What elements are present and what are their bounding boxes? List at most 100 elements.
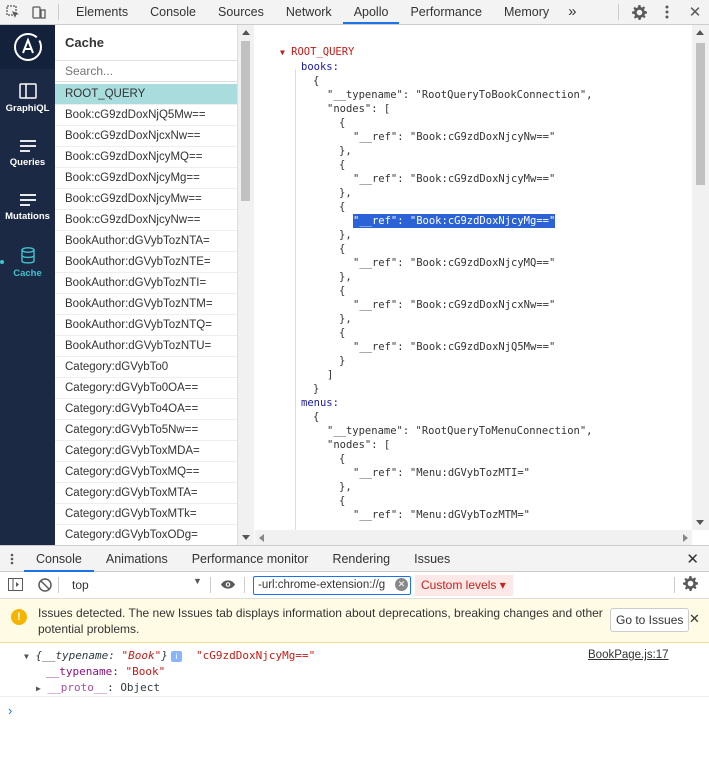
menus-key: menus: xyxy=(301,397,339,409)
active-indicator xyxy=(0,260,4,264)
expand-triangle-icon[interactable]: ▼ xyxy=(24,652,29,661)
cache-list-item[interactable]: ROOT_QUERY xyxy=(55,84,237,105)
scroll-up-arrow[interactable] xyxy=(242,30,250,35)
rail-item-queries[interactable]: Queries xyxy=(0,139,55,168)
cache-list-item[interactable]: BookAuthor:dGVybTozNTE= xyxy=(55,252,237,273)
tab-console[interactable]: Console xyxy=(139,0,207,24)
rail-item-cache[interactable]: Cache xyxy=(0,247,55,279)
close-brace: }, xyxy=(339,187,352,199)
object-summary-close: } xyxy=(161,649,168,662)
tab-memory[interactable]: Memory xyxy=(493,0,560,24)
apollo-logo xyxy=(0,25,55,69)
rail-item-mutations[interactable]: Mutations xyxy=(0,193,55,222)
scroll-left-arrow[interactable] xyxy=(259,534,264,542)
cache-scrollbar[interactable] xyxy=(237,25,254,545)
scroll-up-arrow[interactable] xyxy=(696,30,704,35)
rail-item-graphiql[interactable]: GraphiQL xyxy=(0,83,55,114)
scrollbar-thumb[interactable] xyxy=(696,43,705,185)
cache-list-item[interactable]: Category:dGVybToxMTA= xyxy=(55,483,237,504)
log-entry[interactable]: ▼ {__typename: "Book"} xyxy=(24,649,168,664)
tab-elements[interactable]: Elements xyxy=(65,0,139,24)
drawer-tab-console[interactable]: Console xyxy=(24,546,94,572)
cache-title: Cache xyxy=(65,35,105,50)
cache-list-item[interactable]: Category:dGVybTo4OA== xyxy=(55,399,237,420)
go-to-issues-button[interactable]: Go to Issues xyxy=(610,608,690,632)
console-settings-gear-icon[interactable] xyxy=(683,576,698,594)
cache-list-item[interactable]: Category:dGVybToxMTk= xyxy=(55,504,237,525)
info-icon[interactable]: i xyxy=(171,651,182,662)
close-brace: }, xyxy=(339,145,352,157)
drawer-tab-performance-monitor[interactable]: Performance monitor xyxy=(180,546,321,572)
cache-list-item[interactable]: Book:cG9zdDoxNjQ5Mw== xyxy=(55,105,237,126)
close-banner-icon[interactable]: ✕ xyxy=(689,611,700,627)
cache-list-item[interactable]: BookAuthor:dGVybTozNTI= xyxy=(55,273,237,294)
tab-performance[interactable]: Performance xyxy=(399,0,493,24)
cache-list-item[interactable]: Book:cG9zdDoxNjcyMg== xyxy=(55,168,237,189)
drawer-tabs: Console Animations Performance monitor Rend… xyxy=(24,546,462,572)
drawer-tab-rendering[interactable]: Rendering xyxy=(320,546,402,572)
clear-console-icon[interactable] xyxy=(38,578,52,595)
expand-triangle-icon[interactable]: ▶ xyxy=(36,684,41,693)
cache-list-item[interactable]: Category:dGVybToxODg= xyxy=(55,525,237,546)
cache-list-item[interactable]: Category:dGVybToxMQ== xyxy=(55,462,237,483)
property-proto[interactable]: ▶ __proto__: Object xyxy=(36,681,160,696)
book-ref[interactable]: "__ref": "Book:cG9zdDoxNjcyMw==" xyxy=(353,172,555,186)
cache-list-item[interactable]: Category:dGVybToxMDA= xyxy=(55,441,237,462)
open-brace: { xyxy=(313,75,320,87)
drawer-tab-animations[interactable]: Animations xyxy=(94,546,180,572)
scrollbar-thumb[interactable] xyxy=(241,41,250,201)
cache-list-item[interactable]: Category:dGVybTo0OA== xyxy=(55,378,237,399)
cache-search-input[interactable] xyxy=(55,60,237,82)
drawer-tab-issues[interactable]: Issues xyxy=(402,546,462,572)
tab-sources[interactable]: Sources xyxy=(207,0,275,24)
cache-list-item[interactable]: Category:dGVybTo0 xyxy=(55,357,237,378)
kebab-menu-icon[interactable] xyxy=(653,0,681,24)
toolbar-divider xyxy=(618,4,619,20)
collapse-triangle-icon[interactable]: ▼ xyxy=(280,48,285,57)
books-key: books: xyxy=(301,61,339,73)
inspect-element-icon[interactable] xyxy=(0,0,26,24)
console-filter-input[interactable]: -url:chrome-extension://g xyxy=(253,576,411,595)
more-tabs-button[interactable]: » xyxy=(560,0,584,24)
cache-list-item[interactable]: BookAuthor:dGVybTozNTQ= xyxy=(55,315,237,336)
cache-list-item[interactable]: Book:cG9zdDoxNjcxNw== xyxy=(55,126,237,147)
scroll-down-arrow[interactable] xyxy=(696,520,704,525)
viewer-horizontal-scrollbar[interactable] xyxy=(255,530,692,545)
close-devtools-button[interactable]: ✕ xyxy=(681,0,709,24)
drawer-close-button[interactable]: ✕ xyxy=(686,550,699,568)
close-brace: }, xyxy=(339,481,352,493)
context-selector[interactable]: top xyxy=(64,576,212,594)
device-toolbar-icon[interactable] xyxy=(26,0,52,24)
cache-list-item[interactable]: Book:cG9zdDoxNjcyNw== xyxy=(55,210,237,231)
cache-list-item[interactable]: Category:dGVybTo5Nw== xyxy=(55,420,237,441)
viewer-vertical-scrollbar[interactable] xyxy=(692,25,709,530)
cache-list-item[interactable]: Book:cG9zdDoxNjcyMQ== xyxy=(55,147,237,168)
book-ref[interactable]: "__ref": "Book:cG9zdDoxNjQ5Mw==" xyxy=(353,340,555,354)
console-prompt-icon[interactable]: › xyxy=(8,703,12,718)
rail-item-label: Queries xyxy=(9,157,46,168)
scroll-right-arrow[interactable] xyxy=(683,534,688,542)
settings-gear-icon[interactable] xyxy=(625,0,653,24)
tab-apollo[interactable]: Apollo xyxy=(342,0,400,24)
book-ref[interactable]: "__ref": "Book:cG9zdDoxNjcyMQ==" xyxy=(353,256,555,270)
tab-network[interactable]: Network xyxy=(275,0,343,24)
log-levels-dropdown[interactable]: Custom levels ▾ xyxy=(415,575,513,596)
open-brace: { xyxy=(339,243,346,255)
open-brace: { xyxy=(339,117,346,129)
cache-list-item[interactable]: BookAuthor:dGVybTozNTU= xyxy=(55,336,237,357)
property-value: Object xyxy=(120,681,161,694)
book-ref[interactable]: "__ref": "Book:cG9zdDoxNjcxNw==" xyxy=(353,298,555,312)
cache-list-item[interactable]: BookAuthor:dGVybTozNTM= xyxy=(55,294,237,315)
clear-filter-icon[interactable]: ✕ xyxy=(395,578,408,591)
cache-list-item[interactable]: Book:cG9zdDoxNjcyMw== xyxy=(55,189,237,210)
source-link[interactable]: BookPage.js:17 xyxy=(588,649,669,661)
drawer-menu-icon[interactable] xyxy=(0,553,24,565)
book-ref[interactable]: "__ref": "Book:cG9zdDoxNjcyMg==" xyxy=(353,214,556,228)
nodes-key: "nodes": [ xyxy=(327,439,391,451)
sidebar-toggle-icon[interactable] xyxy=(8,578,23,594)
scroll-down-arrow[interactable] xyxy=(242,535,250,540)
cache-list-item[interactable]: BookAuthor:dGVybTozNTA= xyxy=(55,231,237,252)
book-ref[interactable]: "__ref": "Book:cG9zdDoxNjcyNw==" xyxy=(353,130,555,144)
eye-icon[interactable] xyxy=(220,579,236,593)
root-query-node[interactable]: ▼ ROOT_QUERY xyxy=(280,45,354,59)
